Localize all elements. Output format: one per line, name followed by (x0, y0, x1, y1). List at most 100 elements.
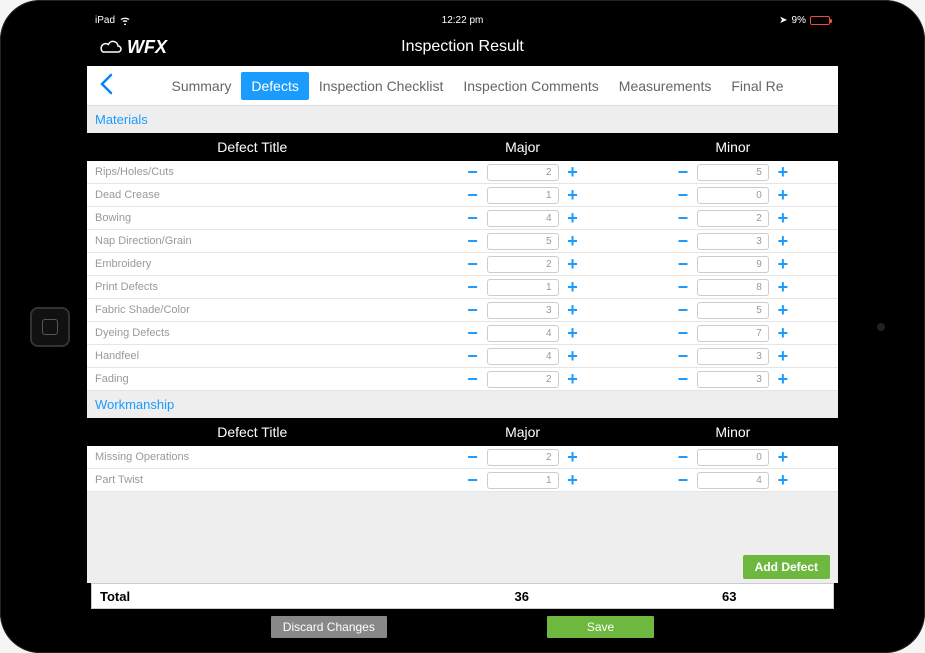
major-cell: −+ (417, 471, 627, 489)
plus-icon[interactable]: + (775, 324, 791, 342)
battery-pct: 9% (792, 15, 806, 26)
minus-icon[interactable]: − (465, 370, 481, 388)
plus-icon[interactable]: + (565, 255, 581, 273)
plus-icon[interactable]: + (775, 471, 791, 489)
plus-icon[interactable]: + (565, 324, 581, 342)
screen: iPad 12:22 pm ➤ 9% WFX Inspection Result… (85, 10, 840, 643)
major-input[interactable] (487, 233, 559, 250)
major-input[interactable] (487, 348, 559, 365)
major-input[interactable] (487, 449, 559, 466)
minor-input[interactable] (697, 187, 769, 204)
minus-icon[interactable]: − (675, 370, 691, 388)
major-cell: −+ (417, 324, 627, 342)
plus-icon[interactable]: + (775, 163, 791, 181)
minus-icon[interactable]: − (465, 448, 481, 466)
minus-icon[interactable]: − (465, 255, 481, 273)
plus-icon[interactable]: + (565, 163, 581, 181)
plus-icon[interactable]: + (565, 186, 581, 204)
plus-icon[interactable]: + (775, 448, 791, 466)
major-input[interactable] (487, 302, 559, 319)
plus-icon[interactable]: + (775, 255, 791, 273)
back-button[interactable] (95, 70, 125, 102)
tab-measurements[interactable]: Measurements (609, 72, 722, 100)
plus-icon[interactable]: + (565, 301, 581, 319)
tab-final-re[interactable]: Final Re (721, 72, 793, 100)
minor-input[interactable] (697, 472, 769, 489)
plus-icon[interactable]: + (565, 278, 581, 296)
minor-input[interactable] (697, 233, 769, 250)
major-input[interactable] (487, 325, 559, 342)
table-header: Defect TitleMajorMinor (87, 133, 838, 161)
minus-icon[interactable]: − (675, 163, 691, 181)
minus-icon[interactable]: − (465, 301, 481, 319)
plus-icon[interactable]: + (775, 186, 791, 204)
minus-icon[interactable]: − (675, 324, 691, 342)
plus-icon[interactable]: + (775, 301, 791, 319)
plus-icon[interactable]: + (775, 209, 791, 227)
home-button[interactable] (30, 307, 70, 347)
major-input[interactable] (487, 256, 559, 273)
major-input[interactable] (487, 279, 559, 296)
minor-input[interactable] (697, 371, 769, 388)
plus-icon[interactable]: + (565, 471, 581, 489)
table-row: Print Defects−+−+ (87, 276, 838, 299)
content-area[interactable]: MaterialsDefect TitleMajorMinorRips/Hole… (87, 106, 838, 551)
col-title: Defect Title (87, 139, 417, 155)
minus-icon[interactable]: − (675, 448, 691, 466)
minus-icon[interactable]: − (675, 255, 691, 273)
minus-icon[interactable]: − (465, 278, 481, 296)
save-button[interactable]: Save (547, 616, 654, 638)
minus-icon[interactable]: − (675, 209, 691, 227)
tab-summary[interactable]: Summary (161, 72, 241, 100)
minor-input[interactable] (697, 348, 769, 365)
minus-icon[interactable]: − (675, 471, 691, 489)
plus-icon[interactable]: + (565, 370, 581, 388)
section-label: Workmanship (87, 391, 838, 418)
tab-inspection-comments[interactable]: Inspection Comments (453, 72, 608, 100)
minor-cell: −+ (628, 163, 838, 181)
plus-icon[interactable]: + (775, 232, 791, 250)
col-major: Major (417, 424, 627, 440)
minus-icon[interactable]: − (465, 232, 481, 250)
tab-inspection-checklist[interactable]: Inspection Checklist (309, 72, 454, 100)
plus-icon[interactable]: + (775, 347, 791, 365)
minor-cell: −+ (628, 255, 838, 273)
minus-icon[interactable]: − (465, 347, 481, 365)
minus-icon[interactable]: − (465, 209, 481, 227)
minor-input[interactable] (697, 210, 769, 227)
minor-input[interactable] (697, 279, 769, 296)
minus-icon[interactable]: − (465, 186, 481, 204)
major-input[interactable] (487, 371, 559, 388)
defect-title: Rips/Holes/Cuts (87, 166, 417, 178)
minus-icon[interactable]: − (465, 163, 481, 181)
plus-icon[interactable]: + (565, 209, 581, 227)
minus-icon[interactable]: − (465, 471, 481, 489)
plus-icon[interactable]: + (565, 347, 581, 365)
minus-icon[interactable]: − (675, 278, 691, 296)
table-row: Fading−+−+ (87, 368, 838, 391)
minor-input[interactable] (697, 449, 769, 466)
minus-icon[interactable]: − (675, 186, 691, 204)
minus-icon[interactable]: − (465, 324, 481, 342)
defect-title: Nap Direction/Grain (87, 235, 417, 247)
major-input[interactable] (487, 187, 559, 204)
plus-icon[interactable]: + (565, 448, 581, 466)
minor-input[interactable] (697, 164, 769, 181)
plus-icon[interactable]: + (775, 278, 791, 296)
minus-icon[interactable]: − (675, 232, 691, 250)
plus-icon[interactable]: + (775, 370, 791, 388)
add-defect-button[interactable]: Add Defect (743, 555, 830, 579)
minor-input[interactable] (697, 302, 769, 319)
plus-icon[interactable]: + (565, 232, 581, 250)
minor-input[interactable] (697, 256, 769, 273)
minus-icon[interactable]: − (675, 301, 691, 319)
major-input[interactable] (487, 472, 559, 489)
tab-defects[interactable]: Defects (241, 72, 308, 100)
minor-cell: −+ (628, 232, 838, 250)
minor-input[interactable] (697, 325, 769, 342)
major-input[interactable] (487, 210, 559, 227)
major-input[interactable] (487, 164, 559, 181)
minus-icon[interactable]: − (675, 347, 691, 365)
minor-cell: −+ (628, 370, 838, 388)
discard-button[interactable]: Discard Changes (271, 616, 387, 638)
